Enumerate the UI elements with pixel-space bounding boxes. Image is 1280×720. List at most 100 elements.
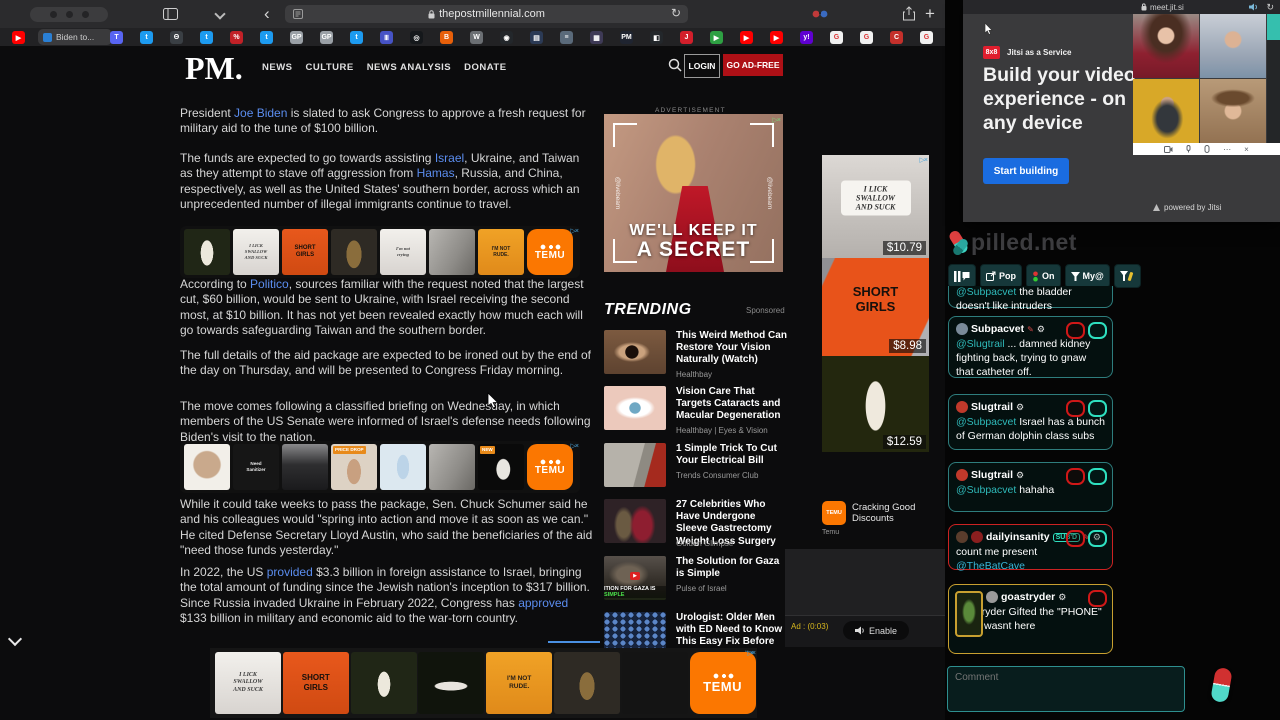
teal-action-button[interactable]: [1088, 322, 1107, 339]
gear-icon[interactable]: ⚙: [1058, 592, 1066, 603]
ad-product-tile[interactable]: [350, 652, 417, 714]
bookmark-favicon[interactable]: W: [470, 31, 483, 44]
article-link[interactable]: approved: [518, 596, 568, 610]
close-icon[interactable]: ×: [1244, 145, 1249, 154]
user-mention[interactable]: @Subpacvet: [956, 286, 1016, 298]
trending-item[interactable]: ▶ ITION FOR GAZA IS SIMPLE The Solution fo…: [604, 556, 788, 604]
sidebar-icon[interactable]: [163, 8, 178, 20]
temu-bottom-banner[interactable]: ▷× I LICK SWALLOW AND SUCKSHORT GIRLS I'M…: [210, 648, 757, 718]
bookmark-favicon[interactable]: G: [830, 31, 843, 44]
temu-ad-footer[interactable]: TEMU Cracking Good Discounts: [822, 501, 932, 525]
bookmark-favicon[interactable]: ▦: [590, 31, 603, 44]
username[interactable]: Slugtrail: [971, 401, 1013, 413]
jitsi-url[interactable]: meet.jit.si: [1141, 3, 1184, 12]
bookmark-favicon[interactable]: ▶: [710, 31, 723, 44]
ad-product-tile[interactable]: [621, 652, 688, 714]
bookmark-favicon[interactable]: ▶: [770, 31, 783, 44]
trending-item[interactable]: 1 Simple Trick To Cut Your Electrical Bi…: [604, 443, 788, 491]
product-ad-1[interactable]: I LICK SWALLOW AND SUCK $10.79 ▷×: [822, 155, 929, 258]
article-link[interactable]: Hamas: [417, 166, 455, 180]
temu-inline-ad-1[interactable]: I LICK SWALLOW AND SUCK SHORT GIRLS I'm no…: [180, 226, 580, 278]
bookmark-favicon[interactable]: %: [230, 31, 243, 44]
temu-logo-tile[interactable]: TEMU: [689, 652, 756, 714]
camera-icon[interactable]: [1164, 145, 1173, 153]
chat-tool-funnel-pencil[interactable]: [1113, 264, 1141, 288]
more-icon[interactable]: ⋯: [1223, 145, 1231, 154]
adchoices-icon[interactable]: ▷×: [920, 156, 929, 164]
product-ad-2[interactable]: SHORT GIRLS $8.98: [822, 258, 929, 356]
trending-item[interactable]: 27 Celebrities Who Have Undergone Sleeve…: [604, 499, 788, 548]
red-action-button[interactable]: [1066, 530, 1085, 547]
livebeam-ad[interactable]: @livebeam @livebeam WE'LL KEEP IT A SECR…: [604, 114, 783, 272]
reload-icon[interactable]: ↻: [1266, 2, 1274, 13]
bookmark-favicon[interactable]: t: [350, 31, 363, 44]
ad-product-tile[interactable]: I LICK SWALLOW AND SUCK: [233, 229, 279, 275]
teal-action-button[interactable]: [1088, 400, 1107, 417]
ad-product-tile[interactable]: Need Sanitizer: [233, 444, 279, 490]
reload-icon[interactable]: ↻: [671, 6, 681, 20]
ad-product-tile[interactable]: [418, 652, 485, 714]
trending-thumb-outlet[interactable]: [604, 443, 666, 487]
bookmark-favicon[interactable]: ▤: [530, 31, 543, 44]
enable-sound-button[interactable]: Enable: [843, 621, 909, 640]
red-action-button[interactable]: [1066, 468, 1085, 485]
trending-title-text[interactable]: Vision Care That Targets Cataracts and M…: [676, 386, 788, 423]
bookmark-favicon[interactable]: Θ: [170, 31, 183, 44]
bookmark-favicon[interactable]: Ⅲ: [380, 31, 393, 44]
bookmark-favicon[interactable]: PM: [620, 31, 633, 44]
share-icon[interactable]: [903, 6, 915, 21]
trending-item[interactable]: Vision Care That Targets Cataracts and M…: [604, 386, 788, 435]
back-button[interactable]: ‹: [264, 5, 270, 22]
teal-action-button[interactable]: [1088, 530, 1107, 547]
username[interactable]: goastryder: [1001, 591, 1055, 603]
adchoices-icon[interactable]: ▷×: [571, 442, 580, 450]
ad-product-tile[interactable]: PRICE DROP: [331, 444, 377, 490]
bookmark-favicon[interactable]: G: [860, 31, 873, 44]
bookmark-favicon[interactable]: GP: [290, 31, 303, 44]
go-ad-free-button[interactable]: GO AD-FREE: [723, 54, 783, 76]
chevron-down-icon[interactable]: [214, 8, 226, 20]
ad-product-tile[interactable]: I LICK SWALLOW AND SUCK: [215, 652, 281, 714]
red-action-button[interactable]: [1066, 400, 1085, 417]
speaker-icon[interactable]: [1249, 3, 1258, 11]
trending-title-text[interactable]: This Weird Method Can Restore Your Visio…: [676, 330, 788, 367]
ad-product-tile[interactable]: [554, 652, 620, 714]
report-ad-marker[interactable]: [548, 641, 600, 646]
gear-icon[interactable]: ⚙: [1037, 324, 1045, 335]
trending-thumb-couple[interactable]: [604, 499, 666, 543]
trending-thumb-eye-photo[interactable]: [604, 330, 666, 374]
bookmark-favicon[interactable]: B: [440, 31, 453, 44]
user-mention[interactable]: @TheBatCave: [956, 560, 1025, 572]
start-building-button[interactable]: Start building: [983, 158, 1069, 184]
gear-icon[interactable]: ⚙: [1016, 402, 1024, 413]
article-link[interactable]: Israel: [435, 151, 464, 165]
bookmark-favicon[interactable]: ◧: [650, 31, 663, 44]
article-link[interactable]: Politico: [250, 277, 289, 291]
ad-product-tile[interactable]: SHORT GIRLS: [282, 229, 328, 275]
gear-icon[interactable]: ⚙: [1016, 470, 1024, 481]
trending-item[interactable]: This Weird Method Can Restore Your Visio…: [604, 330, 788, 379]
red-action-button[interactable]: [1088, 590, 1107, 607]
chat-tool-my@[interactable]: My@: [1064, 264, 1110, 288]
mic-icon[interactable]: [1186, 145, 1191, 153]
username[interactable]: Slugtrail: [971, 469, 1013, 481]
bookmark-favicon[interactable]: ◉: [500, 31, 513, 44]
bookmark-favicon[interactable]: ▶: [740, 31, 753, 44]
trending-title-text[interactable]: The Solution for Gaza is Simple: [676, 556, 788, 580]
bookmark-favicon[interactable]: ◎: [410, 31, 423, 44]
ad-product-tile[interactable]: NEW: [478, 444, 524, 490]
ad-product-tile[interactable]: I'm not crying: [380, 229, 426, 275]
user-mention[interactable]: @Slugtrail: [956, 338, 1005, 350]
bookmark-favicon[interactable]: t: [200, 31, 213, 44]
bookmark-favicon[interactable]: y!: [800, 31, 813, 44]
bookmark-favicon[interactable]: GP: [320, 31, 333, 44]
pencil-icon[interactable]: ✎: [1027, 325, 1034, 334]
username[interactable]: Subpacvet: [971, 323, 1024, 335]
address-bar[interactable]: thepostmillennial.com ↻: [285, 5, 688, 23]
chat-tool-pause-bubble[interactable]: [948, 264, 976, 288]
login-button[interactable]: LOGIN: [684, 54, 720, 78]
reader-icon[interactable]: [293, 9, 307, 19]
ad-product-tile[interactable]: [282, 444, 328, 490]
bookmark-favicon[interactable]: ≡: [560, 31, 573, 44]
ad-product-tile[interactable]: [429, 444, 475, 490]
